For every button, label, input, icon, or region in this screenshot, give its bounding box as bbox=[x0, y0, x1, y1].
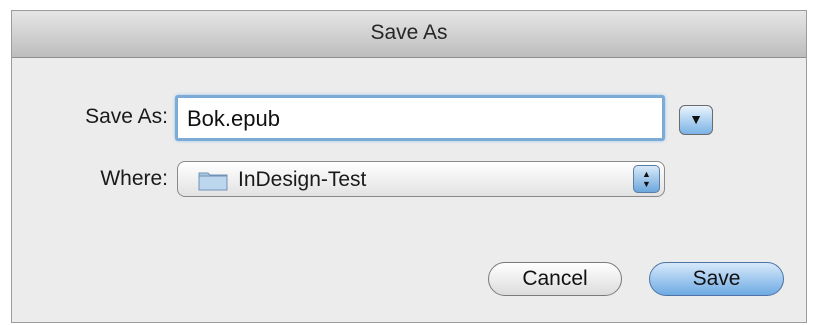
save-as-label: Save As: bbox=[85, 105, 168, 128]
dialog-title: Save As bbox=[370, 21, 448, 44]
save-as-dialog: Save As Save As: Bok.epub ▼ Where: InDes… bbox=[11, 10, 807, 323]
title-bar[interactable]: Save As bbox=[12, 11, 806, 58]
where-label: Where: bbox=[100, 167, 168, 190]
save-as-input[interactable]: Bok.epub bbox=[175, 95, 665, 141]
folder-icon bbox=[198, 172, 228, 191]
save-button[interactable]: Save bbox=[649, 262, 784, 296]
save-as-input-value: Bok.epub bbox=[187, 106, 280, 131]
cancel-button[interactable]: Cancel bbox=[488, 262, 622, 296]
up-down-arrows-icon: ▲ ▼ bbox=[633, 165, 660, 193]
where-popup-button[interactable]: InDesign-Test ▲ ▼ bbox=[177, 161, 665, 197]
where-popup-value: InDesign-Test bbox=[238, 168, 367, 191]
chevron-down-icon: ▼ bbox=[689, 111, 703, 127]
expand-dialog-button[interactable]: ▼ bbox=[679, 105, 713, 135]
